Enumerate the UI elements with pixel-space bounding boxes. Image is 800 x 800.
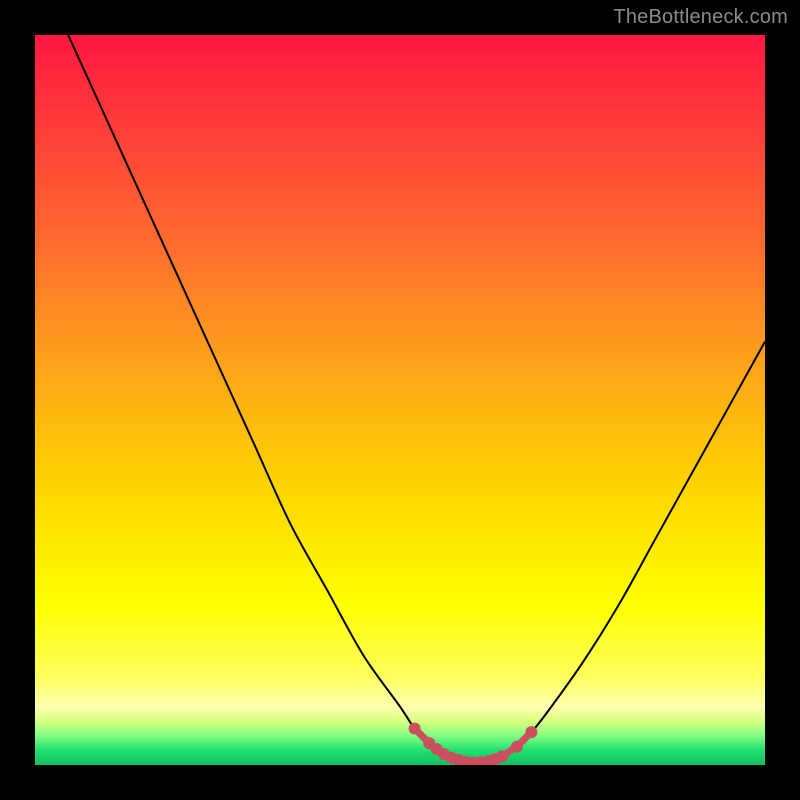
bottleneck-curve bbox=[35, 35, 765, 763]
watermark-text: TheBottleneck.com bbox=[613, 6, 788, 29]
marker-dot bbox=[511, 741, 523, 753]
curve-group bbox=[35, 35, 765, 763]
chart-svg bbox=[35, 35, 765, 765]
chart-frame: TheBottleneck.com bbox=[0, 0, 800, 800]
markers-group bbox=[409, 723, 538, 766]
marker-dot bbox=[409, 723, 421, 735]
marker-dot bbox=[496, 750, 508, 762]
plot-area bbox=[35, 35, 765, 765]
marker-dot bbox=[525, 726, 537, 738]
